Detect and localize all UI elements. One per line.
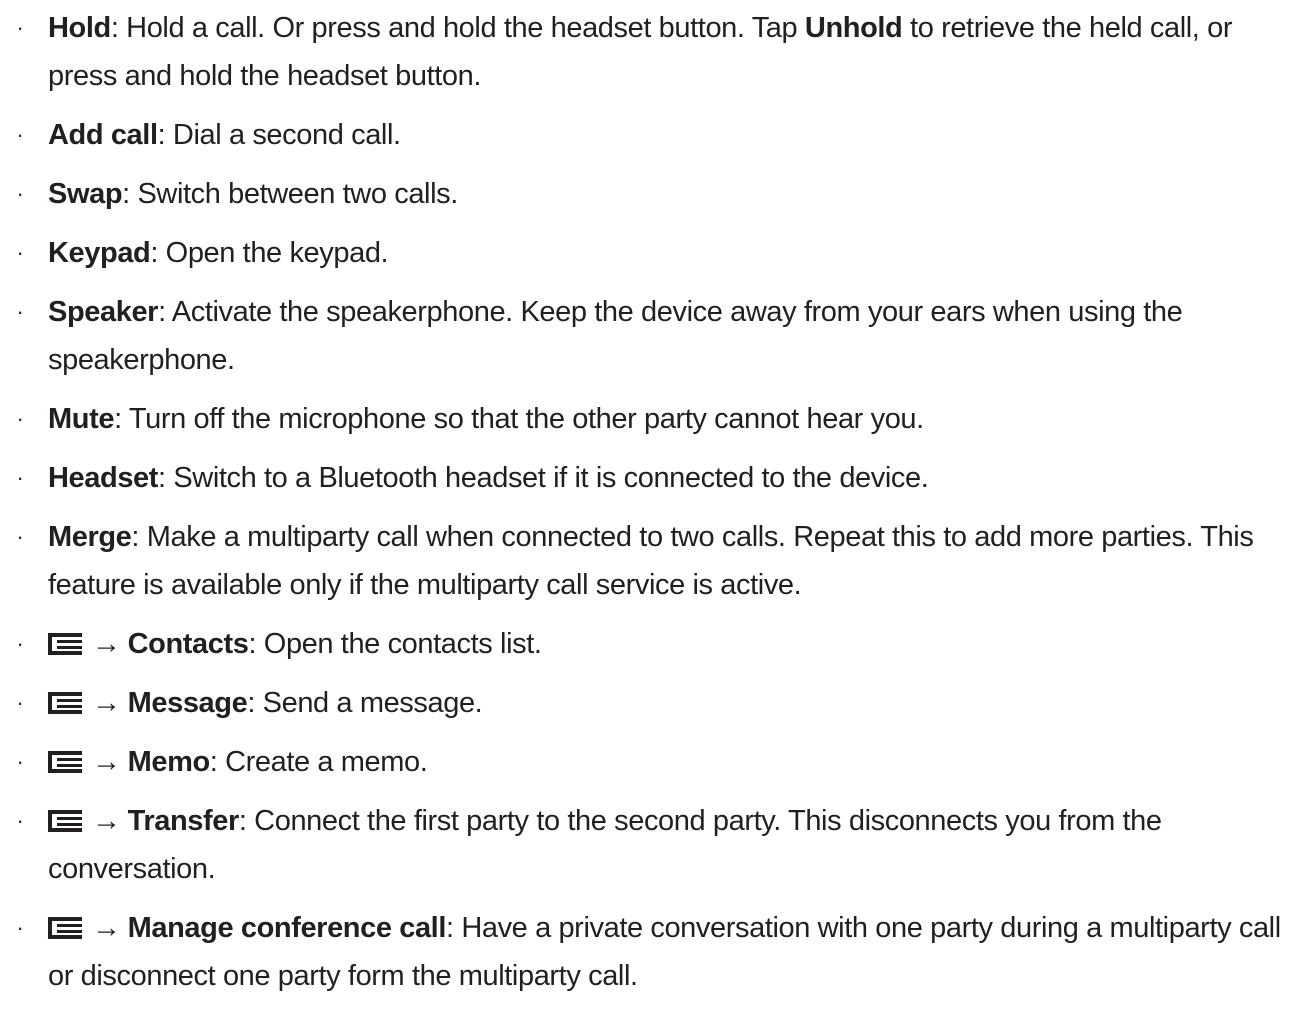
description: : Open the keypad.	[150, 237, 389, 269]
list-item-message: · → Message: Send a message.	[0, 679, 1316, 727]
description: : Create a memo.	[209, 746, 428, 778]
menu-icon	[48, 633, 82, 655]
bullet: ·	[16, 15, 24, 40]
bullet: ·	[16, 240, 24, 265]
bullet: ·	[16, 690, 24, 715]
bullet: ·	[16, 122, 24, 147]
menu-icon	[48, 751, 82, 773]
list-item-mute: · Mute: Turn off the microphone so that t…	[0, 395, 1316, 443]
arrow: →	[92, 912, 121, 944]
term-speaker: Speaker	[48, 296, 159, 328]
arrow: →	[92, 687, 121, 719]
list-item-add-call: · Add call: Dial a second call.	[0, 111, 1316, 159]
bullet: ·	[16, 524, 24, 549]
description: : Activate the speakerphone. Keep the de…	[48, 296, 1183, 376]
term-memo: Memo	[127, 746, 211, 778]
description: : Send a message.	[247, 687, 483, 719]
term-merge: Merge	[48, 521, 132, 553]
term-manage-conference-call: Manage conference call	[127, 912, 447, 944]
term-headset: Headset	[48, 462, 159, 494]
bullet: ·	[16, 808, 24, 833]
bullet: ·	[16, 299, 24, 324]
list-item-speaker: · Speaker: Activate the speakerphone. Kee…	[0, 288, 1316, 384]
bullet: ·	[16, 465, 24, 490]
description: : Make a multiparty call when connected …	[48, 521, 1254, 601]
description: : Hold a call. Or press and hold the hea…	[110, 12, 805, 44]
term-message: Message	[127, 687, 248, 719]
list-item-keypad: · Keypad: Open the keypad.	[0, 229, 1316, 277]
call-options-list: · Hold: Hold a call. Or press and hold th…	[0, 4, 1316, 1011]
list-item-swap: · Swap: Switch between two calls.	[0, 170, 1316, 218]
list-item-headset: · Headset: Switch to a Bluetooth headset …	[0, 454, 1316, 502]
arrow: →	[92, 805, 121, 837]
list-item-memo: · → Memo: Create a memo.	[0, 738, 1316, 786]
description: : Turn off the microphone so that the ot…	[114, 403, 924, 435]
term-hold: Hold	[48, 12, 111, 44]
menu-icon	[48, 692, 82, 714]
list-item-contacts: · → Contacts: Open the contacts list.	[0, 620, 1316, 668]
description: : Open the contacts list.	[248, 628, 542, 660]
menu-icon	[48, 917, 82, 939]
list-item-manage-conference-call: · → Manage conference call: Have a private…	[0, 904, 1316, 1000]
term-transfer: Transfer	[127, 805, 240, 837]
list-item-hold: · Hold: Hold a call. Or press and hold th…	[0, 4, 1316, 100]
term-unhold: Unhold	[804, 12, 903, 44]
list-item-transfer: · → Transfer: Connect the first party to t…	[0, 797, 1316, 893]
description: : Switch to a Bluetooth headset if it is…	[158, 462, 929, 494]
bullet: ·	[16, 181, 24, 206]
menu-icon	[48, 810, 82, 832]
term-contacts: Contacts	[127, 628, 249, 660]
bullet: ·	[16, 749, 24, 774]
description: : Dial a second call.	[157, 119, 401, 151]
bullet: ·	[16, 406, 24, 431]
description: : Switch between two calls.	[122, 178, 458, 210]
list-item-merge: · Merge: Make a multiparty call when conn…	[0, 513, 1316, 609]
term-swap: Swap	[48, 178, 123, 210]
term-mute: Mute	[48, 403, 115, 435]
bullet: ·	[16, 915, 24, 940]
arrow: →	[92, 628, 121, 660]
term-add-call: Add call	[48, 119, 158, 151]
term-keypad: Keypad	[48, 237, 151, 269]
arrow: →	[92, 746, 121, 778]
bullet: ·	[16, 631, 24, 656]
